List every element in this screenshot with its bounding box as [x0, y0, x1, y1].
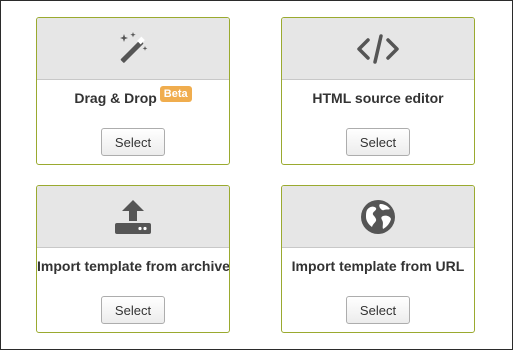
option-card-html-editor: HTML source editor Select	[281, 17, 475, 165]
card-title: Import template from URL	[282, 258, 474, 274]
card-title: Import template from archive	[37, 258, 229, 274]
card-header	[282, 18, 474, 80]
card-title: HTML source editor	[282, 90, 474, 106]
globe-icon	[359, 198, 397, 236]
card-title-text: Import template from archive	[37, 258, 230, 274]
select-import-archive-button[interactable]: Select	[101, 296, 165, 324]
card-title-text: Drag & Drop	[74, 90, 157, 106]
card-title-text: HTML source editor	[312, 90, 444, 106]
magic-wand-icon	[114, 30, 152, 68]
code-icon	[356, 33, 400, 65]
template-picker: Drag & Drop Beta Select HTML source edito…	[0, 0, 513, 350]
option-card-import-url: Import template from URL Select	[281, 185, 475, 333]
card-header	[282, 186, 474, 248]
card-header	[37, 18, 229, 80]
card-header	[37, 186, 229, 248]
beta-badge: Beta	[159, 86, 192, 102]
select-import-url-button[interactable]: Select	[346, 296, 410, 324]
option-card-import-archive: Import template from archive Select	[36, 185, 230, 333]
select-drag-drop-button[interactable]: Select	[101, 128, 165, 156]
upload-icon	[113, 197, 153, 237]
select-html-editor-button[interactable]: Select	[346, 128, 410, 156]
card-title-text: Import template from URL	[291, 258, 465, 274]
card-title: Drag & Drop Beta	[37, 86, 229, 108]
option-card-drag-drop: Drag & Drop Beta Select	[36, 17, 230, 165]
